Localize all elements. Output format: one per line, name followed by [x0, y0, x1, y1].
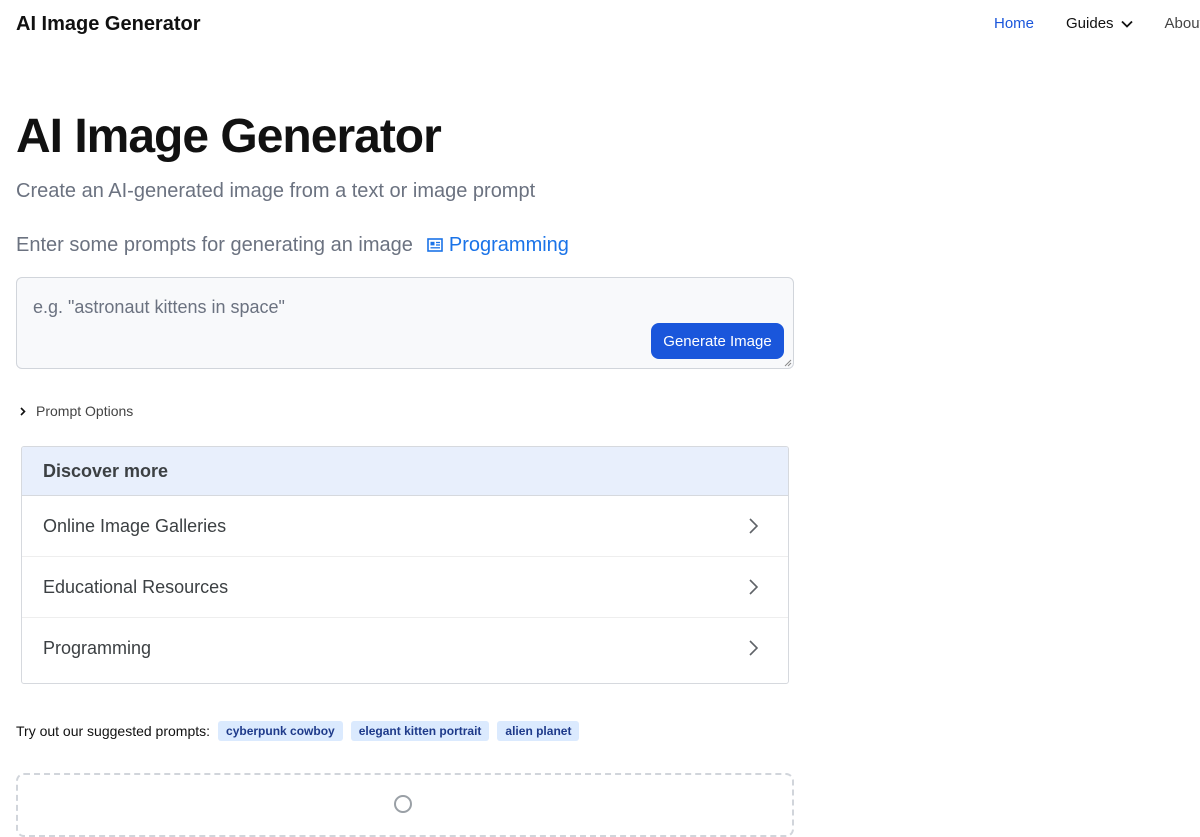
prompt-intro-text: Enter some prompts for generating an ima…	[16, 234, 413, 256]
nav-guides-menu[interactable]: Guides	[1066, 15, 1133, 33]
upload-icon	[394, 795, 412, 813]
discover-item-label: Programming	[43, 637, 152, 658]
chevron-right-icon	[749, 640, 758, 656]
prompt-options-label: Prompt Options	[36, 403, 134, 419]
prompt-input[interactable]	[33, 297, 633, 318]
chevron-right-icon	[20, 406, 26, 416]
resize-grip-icon[interactable]	[784, 359, 792, 367]
document-icon	[427, 238, 443, 252]
prompt-intro: Enter some prompts for generating an ima…	[16, 232, 569, 258]
programming-link[interactable]: Programming	[449, 233, 569, 257]
top-nav: Home Guides About	[994, 15, 1200, 33]
discover-item-label: Educational Resources	[43, 576, 229, 597]
suggested-prompts-label: Try out our suggested prompts:	[16, 723, 211, 739]
nav-home-link[interactable]: Home	[994, 15, 1034, 33]
prompt-box: Generate Image	[16, 277, 794, 369]
discover-item-online-image-galleries[interactable]: Online Image Galleries	[22, 496, 788, 557]
chevron-right-icon	[749, 579, 758, 595]
discover-item-label: Online Image Galleries	[43, 515, 227, 536]
discover-item-educational-resources[interactable]: Educational Resources	[22, 557, 788, 618]
image-upload-dropzone[interactable]	[16, 773, 794, 837]
nav-guides-label: Guides	[1066, 15, 1114, 32]
chevron-right-icon	[749, 518, 758, 534]
suggested-prompt-chip[interactable]: alien planet	[497, 721, 580, 741]
page-title: AI Image Generator	[16, 110, 442, 163]
page-subtitle: Create an AI-generated image from a text…	[16, 180, 536, 202]
nav-about-link[interactable]: About	[1165, 15, 1200, 33]
site-brand[interactable]: AI Image Generator	[16, 12, 201, 36]
prompt-options-toggle[interactable]: Prompt Options	[20, 403, 133, 419]
discover-more-panel: Discover more Online Image Galleries Edu…	[21, 446, 789, 684]
chevron-down-icon	[1120, 20, 1133, 28]
discover-more-title: Discover more	[22, 447, 788, 496]
suggested-prompts: Try out our suggested prompts: cyberpunk…	[16, 721, 587, 741]
discover-item-programming[interactable]: Programming	[22, 618, 788, 678]
generate-image-button[interactable]: Generate Image	[651, 323, 784, 359]
suggested-prompt-chip[interactable]: cyberpunk cowboy	[218, 721, 343, 741]
suggested-prompt-chip[interactable]: elegant kitten portrait	[350, 721, 490, 741]
